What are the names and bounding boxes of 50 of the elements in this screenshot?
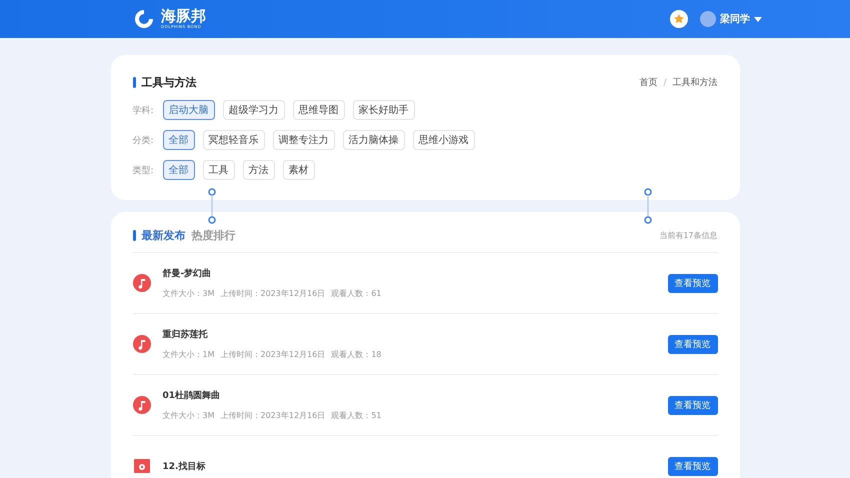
- file-size: 文件大小：3M: [162, 288, 214, 299]
- music-note-icon: [132, 274, 150, 292]
- filter-label: 类型:: [132, 164, 154, 176]
- filter-chip[interactable]: 全部: [162, 160, 194, 180]
- item-title: 12.找目标: [162, 460, 206, 472]
- view-count: 观看人数：18: [331, 349, 382, 360]
- binder-clip-drawing: [206, 188, 216, 224]
- title-accent-bar: [132, 77, 136, 88]
- breadcrumb-separator: /: [663, 78, 666, 88]
- filter-chip[interactable]: 活力脑体操: [342, 130, 404, 150]
- filter-chip[interactable]: 思维小游戏: [412, 130, 474, 150]
- filter-chip[interactable]: 思维导图: [292, 100, 344, 120]
- preview-button[interactable]: 查看预览: [668, 334, 718, 354]
- filter-chip[interactable]: 调整专注力: [272, 130, 334, 150]
- filter-chip[interactable]: 全部: [162, 130, 194, 150]
- upload-time: 上传时间：2023年12月16日: [220, 410, 326, 421]
- section-title: 工具与方法: [142, 75, 196, 90]
- list-tab[interactable]: 最新发布: [142, 228, 186, 243]
- filter-label: 学科:: [132, 104, 154, 116]
- view-count: 观看人数：61: [331, 288, 382, 299]
- music-note-icon: [132, 335, 150, 353]
- filter-chip[interactable]: 冥想轻音乐: [202, 130, 264, 150]
- view-count: 观看人数：51: [331, 410, 382, 421]
- item-title: 重归苏莲托: [162, 328, 208, 341]
- video-icon: [132, 457, 150, 475]
- filter-chip[interactable]: 超级学习力: [222, 100, 284, 120]
- item-title: 01杜鹃圆舞曲: [162, 389, 222, 402]
- preview-button[interactable]: 查看预览: [668, 456, 718, 476]
- file-size: 文件大小：1M: [162, 349, 214, 360]
- filter-chip[interactable]: 工具: [202, 160, 234, 180]
- upload-time: 上传时间：2023年12月16日: [220, 349, 326, 360]
- filter-label: 分类:: [132, 134, 154, 146]
- file-size: 文件大小：3M: [162, 410, 214, 421]
- breadcrumb-link[interactable]: 首页: [639, 76, 658, 89]
- title-accent-bar: [132, 230, 136, 241]
- binder-clip-drawing: [642, 188, 652, 224]
- music-note-icon: [132, 396, 150, 414]
- filter-chip[interactable]: 素材: [282, 160, 314, 180]
- preview-button[interactable]: 查看预览: [668, 396, 718, 414]
- dolphin-logo-icon: [133, 8, 155, 30]
- upload-time: 上传时间：2023年12月16日: [220, 288, 326, 299]
- item-title: 舒曼-梦幻曲: [162, 267, 212, 280]
- item-count: 当前有17条信息: [659, 230, 718, 241]
- preview-button[interactable]: 查看预览: [668, 274, 718, 292]
- filter-chip[interactable]: 启动大脑: [162, 100, 214, 120]
- filter-chip[interactable]: 家长好助手: [352, 100, 414, 120]
- filter-chip[interactable]: 方法: [242, 160, 274, 180]
- logo-text: 海豚邦: [161, 9, 206, 24]
- caret-icon[interactable]: [754, 16, 762, 22]
- username[interactable]: 梁同学: [720, 12, 750, 26]
